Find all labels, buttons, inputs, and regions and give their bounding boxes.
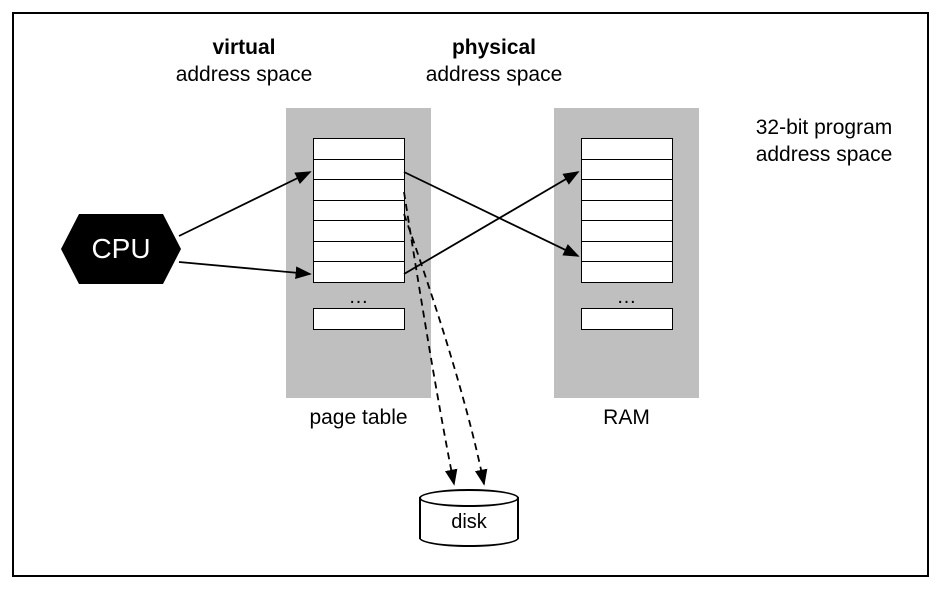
cpu-label: CPU bbox=[91, 233, 150, 265]
side-line2: address space bbox=[756, 143, 893, 166]
ram-row bbox=[581, 261, 673, 283]
ram-row bbox=[581, 138, 673, 160]
physical-bold: physical bbox=[452, 36, 536, 59]
ellipsis: … bbox=[617, 283, 637, 309]
disk-label: disk bbox=[419, 511, 519, 534]
page-table-row bbox=[313, 220, 405, 242]
page-table-block: … bbox=[286, 108, 431, 398]
page-table-row bbox=[313, 200, 405, 222]
ram-row bbox=[581, 241, 673, 263]
page-table-row bbox=[313, 261, 405, 283]
ram-block: … bbox=[554, 108, 699, 398]
page-table-row bbox=[313, 138, 405, 160]
ram-row bbox=[581, 179, 673, 201]
page-table-row bbox=[313, 241, 405, 263]
ram-row bbox=[581, 308, 673, 330]
virtual-sub: address space bbox=[176, 63, 313, 86]
physical-heading: physical address space bbox=[404, 34, 584, 89]
virtual-bold: virtual bbox=[212, 36, 275, 59]
diagram-frame: virtual address space physical address s… bbox=[12, 12, 929, 577]
ram-row bbox=[581, 220, 673, 242]
page-table-row bbox=[313, 159, 405, 181]
physical-sub: address space bbox=[426, 63, 563, 86]
disk-node: disk bbox=[419, 489, 519, 547]
page-table-row bbox=[313, 308, 405, 330]
virtual-heading: virtual address space bbox=[154, 34, 334, 89]
ellipsis: … bbox=[349, 283, 369, 309]
side-label: 32-bit program address space bbox=[734, 114, 914, 169]
side-line1: 32-bit program bbox=[756, 116, 893, 139]
page-table-row bbox=[313, 179, 405, 201]
ram-row bbox=[581, 200, 673, 222]
page-table-label: page table bbox=[286, 406, 431, 430]
cpu-node: CPU bbox=[61, 214, 181, 284]
ram-label: RAM bbox=[554, 406, 699, 430]
ram-row bbox=[581, 159, 673, 181]
